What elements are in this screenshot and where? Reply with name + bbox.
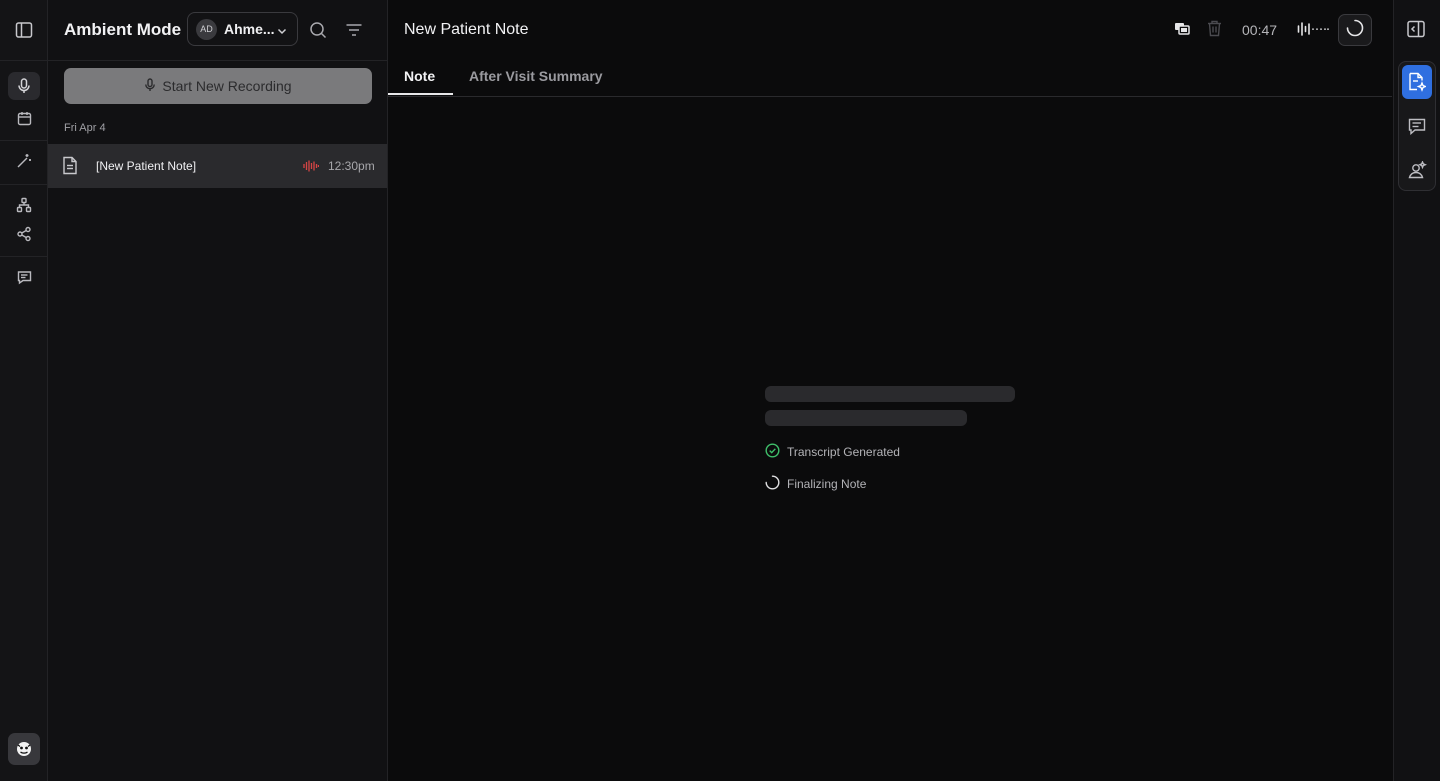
user-initials-avatar: AD [196, 18, 217, 40]
note-title: [New Patient Note] [96, 159, 197, 173]
processing-button[interactable] [1338, 14, 1372, 46]
bot-avatar-icon[interactable] [8, 733, 40, 765]
trash-icon[interactable] [1207, 20, 1222, 42]
check-circle-icon [765, 443, 780, 461]
message-icon[interactable] [1402, 109, 1432, 143]
page-title: New Patient Note [404, 21, 529, 38]
mic-icon[interactable] [8, 72, 40, 100]
magic-wand-icon[interactable] [8, 147, 40, 175]
document-icon [62, 156, 78, 180]
chevron-down-icon [276, 24, 288, 42]
skeleton-line [765, 410, 967, 426]
mic-icon [144, 77, 156, 95]
sidebar-toggle-icon[interactable] [8, 16, 40, 44]
chat-icon[interactable] [8, 263, 40, 291]
copy-icon[interactable] [1174, 20, 1190, 41]
right-rail [1393, 0, 1440, 781]
start-new-recording-label: Start New Recording [162, 78, 292, 94]
assistant-tools [1398, 61, 1436, 191]
recordings-header: Ambient Mode AD Ahme... [48, 0, 387, 61]
main-panel: New Patient Note 00:47 Note After Visit … [388, 0, 1392, 781]
note-tabs: Note After Visit Summary [388, 60, 1392, 97]
tab-after-visit-summary[interactable]: After Visit Summary [469, 68, 603, 84]
start-new-recording-button[interactable]: Start New Recording [64, 68, 372, 104]
search-icon[interactable] [307, 19, 329, 41]
note-time: 12:30pm [328, 159, 375, 173]
filter-icon[interactable] [343, 19, 365, 41]
list-item[interactable]: [New Patient Note] 12:30pm [48, 144, 387, 188]
status-label: Transcript Generated [787, 445, 900, 459]
hierarchy-icon[interactable] [8, 191, 40, 219]
user-select[interactable]: AD Ahme... [187, 12, 298, 46]
skeleton-line [765, 386, 1015, 402]
spinner-icon [765, 475, 780, 493]
active-tab-indicator [388, 93, 453, 95]
app-title: Ambient Mode [64, 20, 182, 39]
audio-level-icon [1297, 22, 1329, 41]
recording-timer: 00:47 [1242, 22, 1278, 38]
user-name: Ahme... [224, 21, 275, 37]
share-icon[interactable] [8, 220, 40, 248]
note-sparkle-icon[interactable] [1402, 65, 1432, 99]
panel-right-icon[interactable] [1406, 19, 1426, 44]
status-transcript-generated: Transcript Generated [765, 443, 900, 461]
left-rail [0, 0, 48, 781]
status-finalizing-note: Finalizing Note [765, 475, 866, 493]
assistant-icon[interactable] [1402, 153, 1432, 187]
calendar-icon[interactable] [8, 104, 40, 132]
waveform-icon [303, 159, 320, 177]
tab-note[interactable]: Note [404, 68, 435, 84]
recordings-panel: Ambient Mode AD Ahme... Start New Record… [48, 0, 388, 781]
spinner-icon [1346, 19, 1364, 42]
date-group-label: Fri Apr 4 [64, 122, 106, 134]
status-label: Finalizing Note [787, 477, 867, 491]
